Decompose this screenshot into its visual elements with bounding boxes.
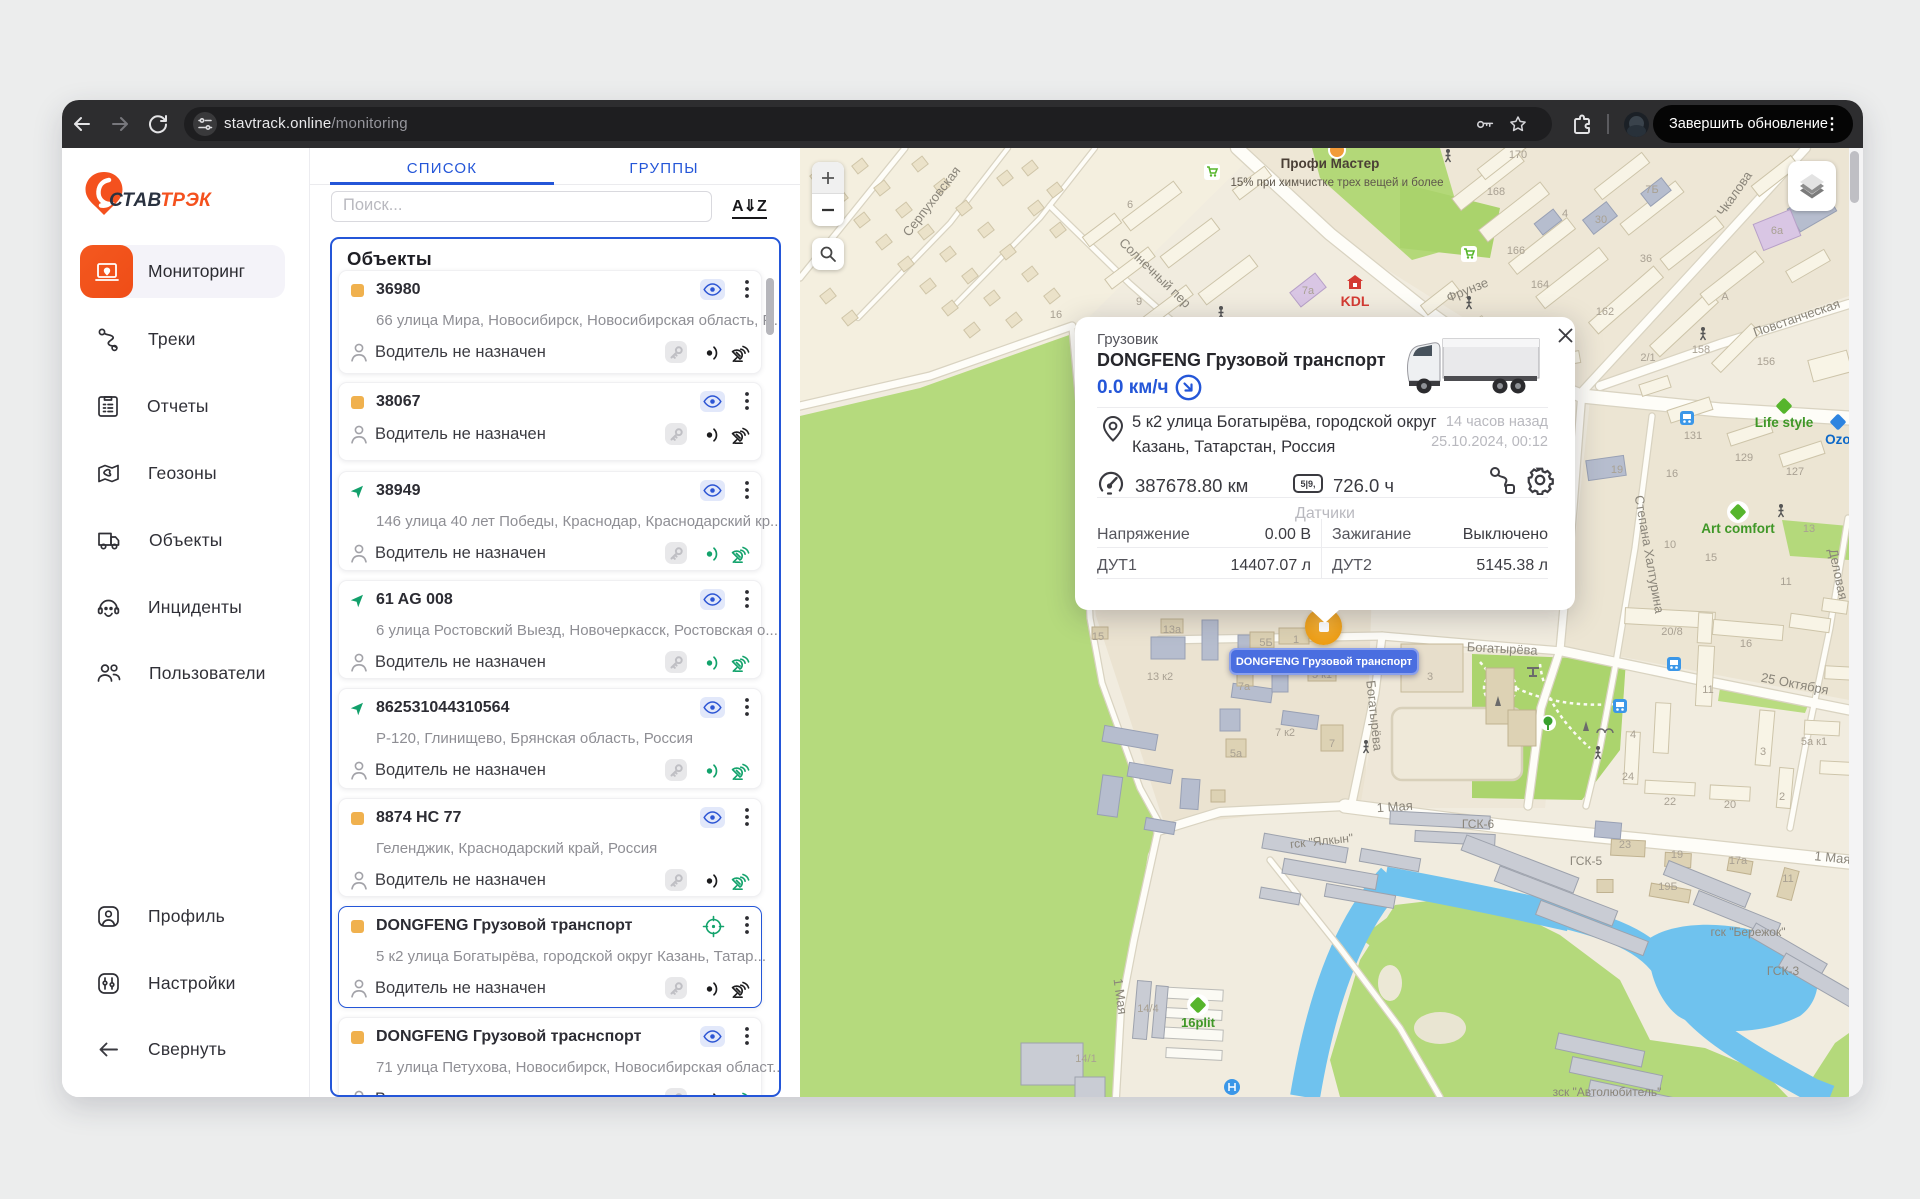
svg-text:17а: 17а: [1729, 855, 1748, 867]
svg-text:11: 11: [1780, 576, 1791, 588]
svg-text:10: 10: [1664, 539, 1676, 551]
svg-text:14/1: 14/1: [1075, 1053, 1096, 1065]
svg-text:7а: 7а: [1238, 681, 1251, 693]
svg-text:127: 127: [1786, 466, 1804, 478]
svg-text:6а: 6а: [1771, 225, 1784, 237]
svg-text:3: 3: [1760, 746, 1766, 758]
svg-text:168: 168: [1487, 186, 1505, 198]
svg-text:24: 24: [1622, 771, 1634, 783]
svg-text:16: 16: [1666, 468, 1678, 480]
svg-text:6: 6: [1127, 199, 1133, 211]
svg-text:9: 9: [1136, 296, 1142, 308]
svg-text:Профи Мастер: Профи Мастер: [1281, 156, 1380, 171]
svg-text:KDL: KDL: [1341, 293, 1370, 309]
svg-text:ГСК-6: ГСК-6: [1462, 817, 1495, 831]
svg-text:13а: 13а: [1163, 624, 1182, 636]
svg-text:1 Мая: 1 Мая: [1376, 798, 1413, 815]
svg-text:158: 158: [1692, 344, 1710, 356]
svg-text:4: 4: [1630, 729, 1636, 741]
svg-text:20: 20: [1724, 799, 1736, 811]
svg-text:11: 11: [1702, 684, 1713, 696]
svg-text:162: 162: [1596, 306, 1614, 318]
svg-text:129: 129: [1735, 452, 1753, 464]
svg-text:5а к1: 5а к1: [1801, 736, 1827, 748]
svg-text:7а: 7а: [1302, 285, 1315, 297]
svg-text:166: 166: [1507, 245, 1525, 257]
svg-text:Art comfort: Art comfort: [1701, 521, 1775, 536]
svg-text:13: 13: [1803, 523, 1815, 535]
svg-text:2/1: 2/1: [1640, 352, 1655, 364]
svg-text:20/8: 20/8: [1661, 626, 1682, 638]
svg-text:15: 15: [1705, 552, 1717, 564]
svg-text:Life style: Life style: [1755, 415, 1814, 430]
svg-text:164: 164: [1531, 279, 1549, 291]
svg-text:131: 131: [1684, 430, 1702, 442]
svg-text:5|9,: 5|9,: [1300, 479, 1315, 489]
svg-text:14/4: 14/4: [1137, 1003, 1158, 1015]
svg-text:ГСК-3: ГСК-3: [1767, 964, 1800, 978]
svg-text:4: 4: [1562, 208, 1568, 220]
svg-text:зск "Автолюбитель": зск "Автолюбитель": [1553, 1085, 1662, 1097]
svg-text:7Б: 7Б: [1645, 184, 1658, 196]
svg-text:16: 16: [1050, 309, 1062, 321]
svg-text:156: 156: [1757, 356, 1775, 368]
svg-text:22: 22: [1664, 796, 1676, 808]
svg-text:36: 36: [1640, 253, 1652, 265]
svg-text:Ozon: Ozon: [1825, 432, 1849, 447]
svg-text:2: 2: [1779, 791, 1785, 803]
svg-text:А: А: [1721, 291, 1729, 303]
svg-text:170: 170: [1509, 149, 1527, 161]
svg-text:19: 19: [1611, 464, 1623, 476]
svg-text:13 к2: 13 к2: [1147, 671, 1173, 683]
svg-text:7: 7: [1329, 738, 1335, 750]
svg-text:5а: 5а: [1230, 748, 1243, 760]
svg-text:23: 23: [1619, 839, 1631, 851]
svg-text:ГСК-5: ГСК-5: [1570, 854, 1603, 868]
svg-text:11: 11: [1782, 873, 1793, 885]
svg-text:15% при химчистке трех вещей и: 15% при химчистке трех вещей и более: [1230, 177, 1443, 189]
svg-text:16plit: 16plit: [1181, 1015, 1216, 1030]
svg-text:19: 19: [1671, 849, 1683, 861]
svg-text:3: 3: [1427, 671, 1433, 683]
svg-text:30: 30: [1595, 214, 1607, 226]
svg-text:7 к2: 7 к2: [1275, 727, 1295, 739]
svg-text:1: 1: [1293, 634, 1299, 646]
svg-text:15: 15: [1092, 631, 1104, 643]
svg-text:гск "Бережок": гск "Бережок": [1711, 925, 1786, 939]
svg-text:19Б: 19Б: [1658, 881, 1677, 893]
svg-text:16: 16: [1740, 638, 1752, 650]
